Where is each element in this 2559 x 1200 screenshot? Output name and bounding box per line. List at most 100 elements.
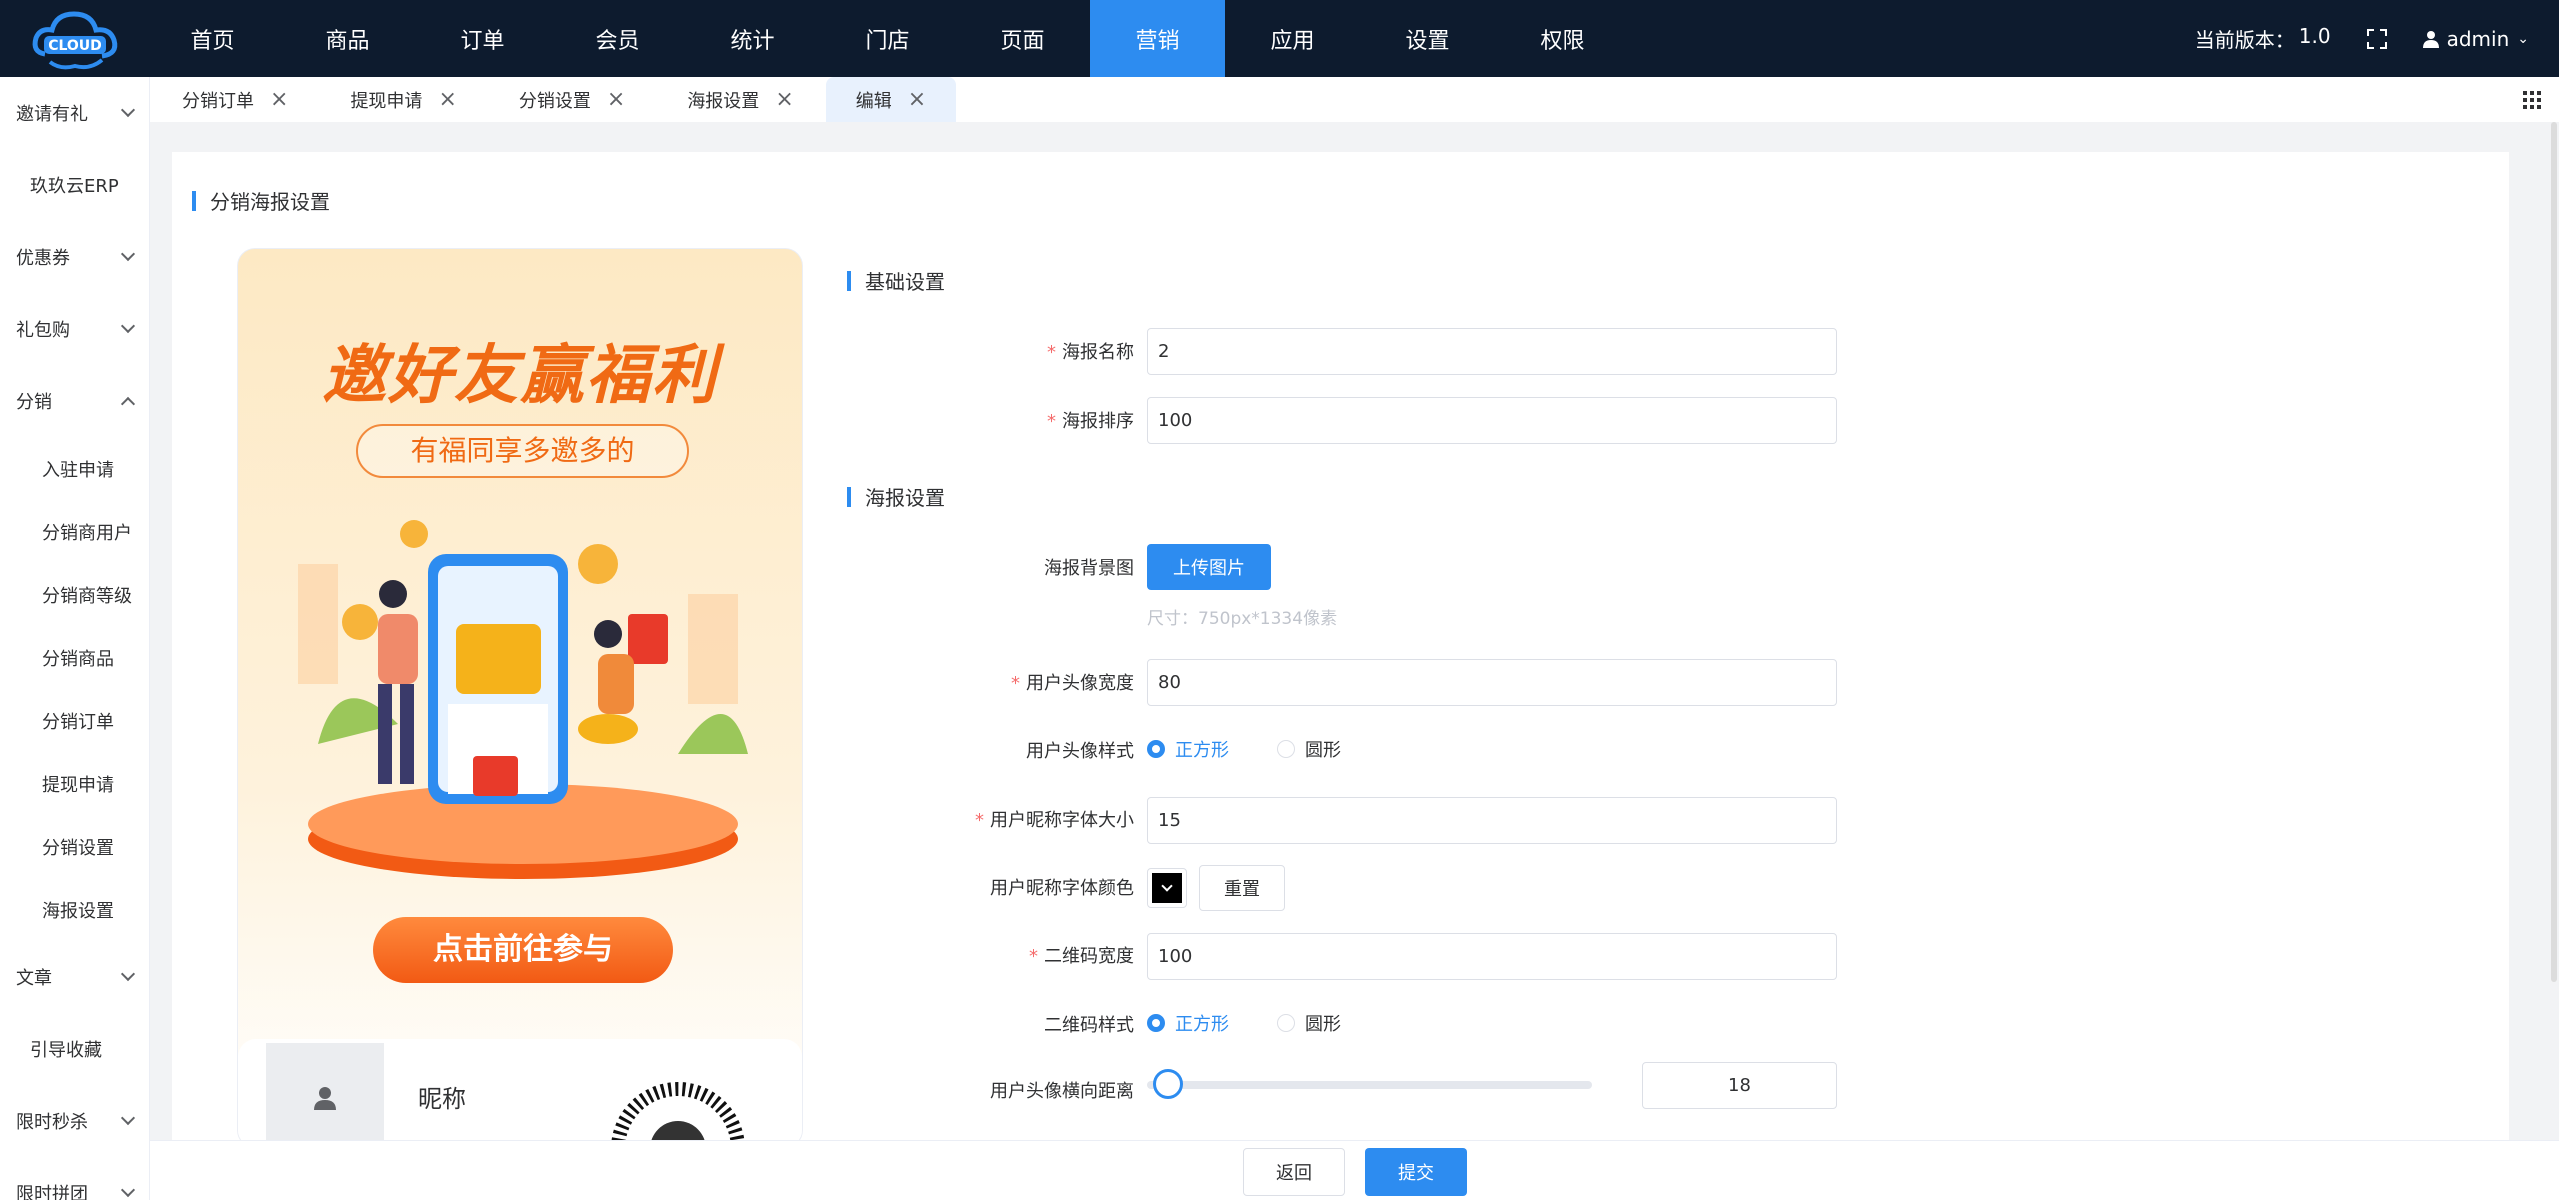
avatar-style-square-radio[interactable]: 正方形 <box>1147 736 1229 762</box>
sidebar-item-13[interactable]: 文章 <box>0 941 149 1013</box>
poster-headline: 邀好友赢福利 <box>322 339 718 413</box>
sidebar: 邀请有礼玖玖云ERP 优惠券 礼包购分销入驻申请分销商用户分销商等级分销商品分销订单… <box>0 77 150 1200</box>
avatar-style-circle-radio[interactable]: 圆形 <box>1277 736 1341 762</box>
nav-item-7[interactable]: 营销 <box>1090 0 1225 77</box>
font-size-input[interactable]: 15 <box>1147 797 1837 844</box>
sidebar-item-6[interactable]: 分销商用户 <box>0 500 149 563</box>
nav-item-10[interactable]: 权限 <box>1495 0 1630 77</box>
avatar-x-slider[interactable] <box>1147 1069 1592 1099</box>
sidebar-item-3[interactable]: 礼包购 <box>0 293 149 365</box>
sidebar-item-label: 入驻申请 <box>42 459 114 481</box>
sidebar-item-label: 邀请有礼 <box>16 104 88 125</box>
sidebar-item-label: 分销 <box>16 392 52 413</box>
sidebar-item-7[interactable]: 分销商等级 <box>0 563 149 626</box>
user-menu[interactable]: admin ⌄ <box>2422 26 2529 51</box>
sidebar-item-4[interactable]: 分销 <box>0 365 149 437</box>
qr-style-square-radio[interactable]: 正方形 <box>1147 1010 1229 1036</box>
username: admin <box>2446 26 2510 51</box>
nav-item-8[interactable]: 应用 <box>1225 0 1360 77</box>
nav-item-5[interactable]: 门店 <box>820 0 955 77</box>
sidebar-item-label: 海报设置 <box>42 900 114 922</box>
nav-item-3[interactable]: 会员 <box>550 0 685 77</box>
tab-4[interactable]: 编辑 × <box>825 77 957 122</box>
user-icon <box>314 1087 336 1110</box>
qr-style-circle-radio[interactable]: 圆形 <box>1277 1010 1341 1036</box>
avatar-x-label: 用户头像横向距离 <box>990 1081 1134 1102</box>
version-value: 1.0 <box>2298 24 2331 48</box>
chevron-down-icon <box>120 102 136 118</box>
poster-subline: 有福同享多邀多的 <box>356 424 689 478</box>
sidebar-item-0[interactable]: 邀请有礼 <box>0 77 149 149</box>
chevron-down-icon <box>1161 880 1173 892</box>
chevron-down-icon <box>120 1110 136 1126</box>
font-color-label: 用户昵称字体颜色 <box>990 878 1134 899</box>
sidebar-item-14[interactable]: 引导收藏 <box>0 1013 149 1085</box>
sidebar-item-1[interactable]: 玖玖云ERP <box>0 149 149 221</box>
scrollbar[interactable] <box>2549 122 2559 982</box>
sidebar-item-16[interactable]: 限时拼团 <box>0 1157 149 1200</box>
chevron-down-icon <box>120 966 136 982</box>
nav-item-6[interactable]: 页面 <box>955 0 1090 77</box>
tab-1[interactable]: 提现申请 × <box>320 77 486 122</box>
close-icon[interactable]: × <box>607 88 625 111</box>
basic-settings-title: 基础设置 <box>847 266 945 295</box>
close-icon[interactable]: × <box>270 88 288 111</box>
main-content: 分销海报设置 邀好友赢福利 有福同享多邀多的 点击前往参与 昵称 基础设置 * … <box>172 152 2509 1148</box>
reset-color-button[interactable]: 重置 <box>1199 865 1285 911</box>
sidebar-item-9[interactable]: 分销订单 <box>0 689 149 752</box>
tab-label: 分销订单 <box>182 90 254 112</box>
sidebar-item-label: 引导收藏 <box>30 1040 102 1061</box>
poster-bg-label: 海报背景图 <box>1044 558 1134 579</box>
sidebar-item-label: 分销商品 <box>42 648 114 670</box>
upload-image-button[interactable]: 上传图片 <box>1147 544 1271 590</box>
poster-sort-input[interactable]: 100 <box>1147 397 1837 444</box>
nav-item-1[interactable]: 商品 <box>280 0 415 77</box>
close-icon[interactable]: × <box>908 88 926 111</box>
grid-menu-icon[interactable] <box>2523 91 2541 109</box>
qr-width-label: * 二维码宽度 <box>1029 946 1134 967</box>
submit-button[interactable]: 提交 <box>1365 1148 1467 1196</box>
poster-name-input[interactable]: 2 <box>1147 328 1837 375</box>
sidebar-item-8[interactable]: 分销商品 <box>0 626 149 689</box>
sidebar-item-5[interactable]: 入驻申请 <box>0 437 149 500</box>
close-icon[interactable]: × <box>775 88 793 111</box>
footer-bar: 返回 提交 <box>150 1140 2559 1200</box>
version-label: 当前版本： <box>2194 28 2295 52</box>
tab-3[interactable]: 海报设置 × <box>657 77 823 122</box>
poster-settings-title: 海报设置 <box>847 482 945 511</box>
sidebar-item-2[interactable]: 优惠券 <box>0 221 149 293</box>
sidebar-item-11[interactable]: 分销设置 <box>0 815 149 878</box>
main-nav: 首页 商品 订单 会员 统计 门店 页面 营销 应用 设置 权限 <box>145 0 1630 77</box>
nav-item-9[interactable]: 设置 <box>1360 0 1495 77</box>
top-right-area: 当前版本： 1.0 admin ⌄ <box>2195 0 2529 77</box>
sidebar-item-12[interactable]: 海报设置 <box>0 878 149 941</box>
sidebar-item-label: 玖玖云ERP <box>30 176 119 197</box>
fullscreen-icon[interactable] <box>2366 28 2387 49</box>
slider-handle[interactable] <box>1153 1069 1183 1099</box>
qr-style-label: 二维码样式 <box>1044 1015 1134 1036</box>
top-navbar: CLOUD 首页 商品 订单 会员 统计 门店 页面 营销 应用 设置 权限 当前版本： 1.0 a… <box>0 0 2559 77</box>
avatar-style-label: 用户头像样式 <box>1026 741 1134 762</box>
close-icon[interactable]: × <box>438 88 456 111</box>
tab-0[interactable]: 分销订单 × <box>152 77 318 122</box>
sidebar-item-10[interactable]: 提现申请 <box>0 752 149 815</box>
sidebar-item-label: 分销商用户 <box>42 522 132 544</box>
poster-sort-label: * 海报排序 <box>1047 411 1134 432</box>
tabs-bar: 分销订单 × 提现申请 × 分销设置 × 海报设置 × 编辑 × <box>150 77 2559 122</box>
qr-width-input[interactable]: 100 <box>1147 933 1837 980</box>
nav-item-4[interactable]: 统计 <box>685 0 820 77</box>
font-color-picker[interactable] <box>1147 868 1187 908</box>
avatar-width-input[interactable]: 80 <box>1147 659 1837 706</box>
sidebar-item-label: 限时秒杀 <box>16 1112 88 1133</box>
version-info: 当前版本： 1.0 <box>2195 24 2331 53</box>
cloud-logo-icon[interactable]: CLOUD <box>30 6 120 72</box>
back-button[interactable]: 返回 <box>1243 1148 1345 1196</box>
sidebar-item-15[interactable]: 限时秒杀 <box>0 1085 149 1157</box>
nav-item-2[interactable]: 订单 <box>415 0 550 77</box>
poster-bottom-card: 昵称 <box>238 1039 802 1147</box>
tab-2[interactable]: 分销设置 × <box>489 77 655 122</box>
size-hint: 尺寸：750px*1334像素 <box>1147 609 1338 629</box>
nav-item-0[interactable]: 首页 <box>145 0 280 77</box>
avatar-x-value[interactable]: 18 <box>1642 1062 1837 1109</box>
poster-nickname: 昵称 <box>418 1085 466 1113</box>
